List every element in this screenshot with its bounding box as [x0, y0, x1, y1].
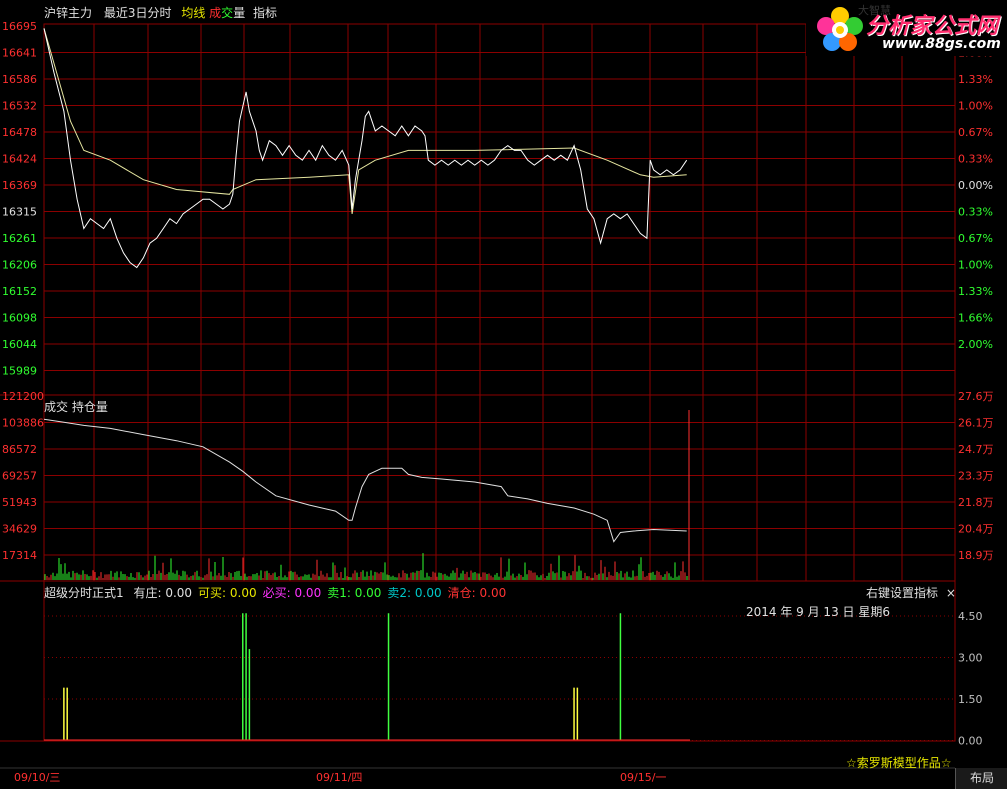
price-tick-11: 16098 — [2, 312, 37, 325]
instrument-name[interactable]: 沪锌主力 — [44, 6, 92, 20]
price-tick-13: 15989 — [2, 365, 37, 378]
ind-tick-2: 1.50 — [958, 693, 983, 706]
vol-tick-4: 51943 — [2, 496, 37, 509]
indicator-value-4: 卖2: 0.00 — [387, 586, 442, 600]
pct-tick-5: 0.00% — [958, 179, 993, 192]
vol-tick-2: 86572 — [2, 443, 37, 456]
oi-tick-0: 27.6万 — [958, 390, 994, 403]
price-tick-3: 16532 — [2, 100, 37, 113]
oi-tick-2: 24.7万 — [958, 443, 994, 456]
indicator-value-0: 有庄: 0.00 — [133, 586, 193, 600]
price-tick-10: 16152 — [2, 285, 37, 298]
date-label-0: 09/10/三 — [14, 771, 60, 784]
right-click-settings-button[interactable]: 右键设置指标 — [866, 586, 938, 600]
oi-tick-6: 18.9万 — [958, 549, 994, 562]
chart-canvas[interactable]: 16695 16641 16586 16532 16478 16424 16369 16315… — [0, 0, 1007, 789]
price-tick-12: 16044 — [2, 338, 37, 351]
pct-tick-9: 1.33% — [958, 285, 993, 298]
pct-tick-7: 0.67% — [958, 232, 993, 245]
pct-tick-1: 1.33% — [958, 73, 993, 86]
price-tick-5: 16424 — [2, 153, 37, 166]
volume-panel-label: 成交 持仓量 — [44, 400, 108, 414]
ind-tick-1: 3.00 — [958, 652, 983, 665]
pct-tick-11: 2.00% — [958, 338, 993, 351]
volume-label-a: 成 — [209, 6, 222, 20]
open-interest-line — [43, 418, 687, 543]
indicator-name[interactable]: 超级分时正式1 — [44, 586, 124, 600]
price-tick-9: 16206 — [2, 259, 37, 272]
indicator-value-1: 可买: 0.00 — [198, 586, 257, 600]
pct-tick-6: 0.33% — [958, 206, 993, 219]
layout-button[interactable]: 布局 — [955, 768, 1007, 789]
date-label-1: 09/11/四 — [316, 771, 362, 784]
ind-tick-0: 4.50 — [958, 610, 983, 623]
indicator-values: 有庄: 0.00 可买: 0.00 必买: 0.00 卖1: 0.00 卖2: 0.00… — [127, 586, 506, 600]
vol-tick-1: 103886 — [2, 417, 44, 430]
oi-tick-1: 26.1万 — [958, 417, 994, 430]
price-tick-4: 16478 — [2, 126, 37, 139]
date-label-2: 09/15/一 — [620, 771, 666, 784]
price-tick-6: 16369 — [2, 179, 37, 192]
pct-tick-8: 1.00% — [958, 259, 993, 272]
price-tick-0: 16695 — [2, 20, 37, 33]
pct-tick-2: 1.00% — [958, 100, 993, 113]
price-tick-7: 16315 — [2, 206, 37, 219]
volume-label-b: 交 — [221, 6, 234, 20]
oi-tick-5: 20.4万 — [958, 523, 994, 536]
avg-price-line — [43, 28, 687, 214]
close-icon[interactable]: × — [946, 586, 956, 600]
oi-tick-4: 21.8万 — [958, 496, 994, 509]
vol-tick-6: 17314 — [2, 549, 37, 562]
indicator-date: 2014 年 9 月 13 日 星期6 — [746, 605, 890, 619]
price-tick-1: 16641 — [2, 47, 37, 60]
vol-tick-0: 121200 — [2, 390, 44, 403]
pct-tick-10: 1.66% — [958, 312, 993, 325]
indicator-settings: 右键设置指标 × — [866, 584, 956, 601]
volume-label-c[interactable]: 量 — [233, 6, 245, 20]
indicator-label[interactable]: 指标 — [253, 6, 277, 20]
price-line — [43, 28, 688, 269]
credit-text: ☆索罗斯模型作品☆ — [846, 756, 952, 770]
indicator-value-5: 清仓: 0.00 — [447, 586, 507, 600]
oi-tick-3: 23.3万 — [958, 470, 994, 483]
period-label[interactable]: 最近3日分时 — [104, 6, 172, 20]
pct-tick-4: 0.33% — [958, 153, 993, 166]
header-bar: 沪锌主力 最近3日分时 均线 成交量 指标 — [44, 4, 277, 21]
indicator-value-2: 必买: 0.00 — [262, 586, 322, 600]
logo: 大智慧 分析家公式网 www.88gs.com — [806, 0, 1007, 56]
price-tick-2: 16586 — [2, 73, 37, 86]
pct-tick-3: 0.67% — [958, 126, 993, 139]
vol-tick-3: 69257 — [2, 470, 37, 483]
logo-url[interactable]: www.88gs.com — [882, 36, 1001, 52]
avg-line-label[interactable]: 均线 — [181, 6, 205, 20]
price-tick-8: 16261 — [2, 232, 37, 245]
indicator-value-3: 卖1: 0.00 — [327, 586, 382, 600]
indicator-header: 超级分时正式1 有庄: 0.00 可买: 0.00 必买: 0.00 卖1: 0.00… — [44, 584, 506, 601]
vol-tick-5: 34629 — [2, 523, 37, 536]
ind-tick-3: 0.00 — [958, 735, 983, 748]
